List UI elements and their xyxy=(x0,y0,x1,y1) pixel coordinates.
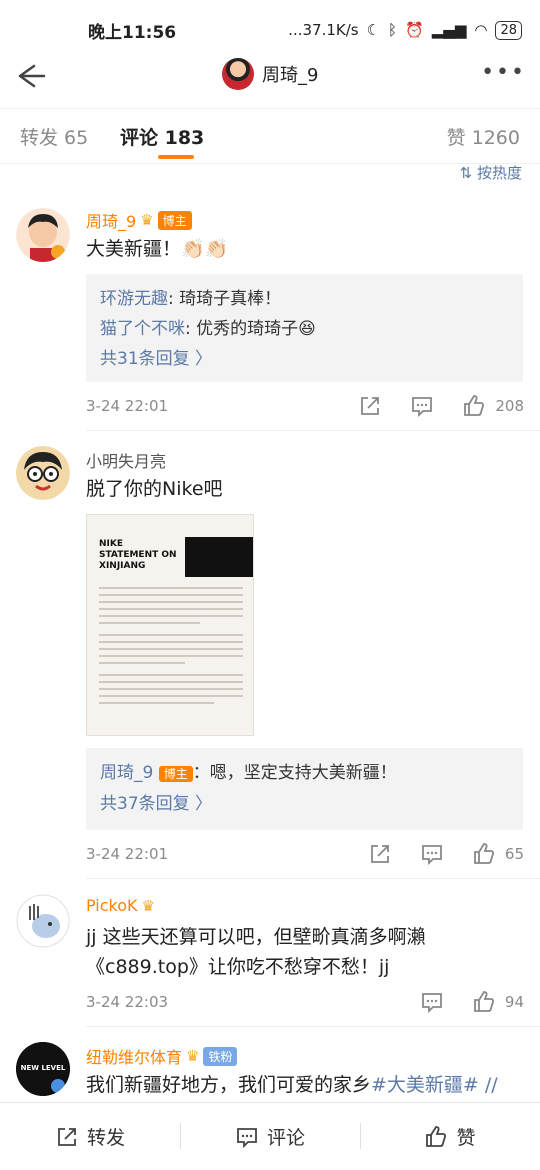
fan-badge: 铁粉 xyxy=(203,1046,238,1066)
wifi-icon: ◠ xyxy=(474,21,488,39)
network-speed: ...37.1K/s xyxy=(288,21,359,39)
comment-time: 3-24 22:01 xyxy=(86,397,169,415)
sort-icon: ⇅ xyxy=(459,164,477,182)
comment-meta: 3-24 22:01 208 xyxy=(86,392,524,422)
avatar[interactable] xyxy=(16,208,70,262)
status-time: 晚上11:56 xyxy=(88,22,177,43)
repost-label: 转发 xyxy=(86,1127,125,1149)
comment-meta: 3-24 22:03 94 xyxy=(86,988,524,1018)
reply-text: : 优秀的琦琦子😆 xyxy=(185,319,316,339)
tab-comments[interactable]: 评论 183 xyxy=(120,123,204,150)
comment-author[interactable]: 纽勒维尔体育 ♛ 铁粉 xyxy=(86,1044,238,1068)
tab-bar: 转发 65 评论 183 赞 1260 xyxy=(0,108,540,164)
comment-image[interactable]: NIKE STATEMENT ON XINJIANG xyxy=(86,514,254,736)
bluetooth-icon: ᛒ xyxy=(388,21,398,39)
avatar[interactable] xyxy=(16,894,70,948)
comment-text: 大美新疆！👏🏻👏🏻 xyxy=(86,238,229,260)
reply-author[interactable]: 周琦_9 xyxy=(100,763,153,783)
comment-label: 评论 xyxy=(266,1127,305,1149)
alarm-icon: ⏰ xyxy=(405,21,424,39)
avatar[interactable] xyxy=(16,446,70,500)
nike-logo-block xyxy=(185,537,253,577)
repost-button[interactable]: 转发 xyxy=(0,1103,180,1170)
author-name: 纽勒维尔体育 xyxy=(86,1048,183,1067)
divider xyxy=(86,430,540,431)
comment-icon xyxy=(237,1127,257,1148)
share-icon[interactable] xyxy=(368,842,392,866)
crown-icon: ♛ xyxy=(141,896,155,915)
image-heading: NIKE STATEMENT ON XINJIANG xyxy=(99,539,177,571)
sort-label: 按热度 xyxy=(476,164,522,182)
more-icon[interactable]: ••• xyxy=(481,60,526,85)
reply-author[interactable]: 环游无趣 xyxy=(100,289,168,309)
moon-icon: ☾ xyxy=(366,21,381,39)
signal-icon: ▂▄▆ xyxy=(431,21,467,39)
comment-text: 我们新疆好地方，我们可爱的家乡#大美新疆# // xyxy=(86,1070,524,1100)
tab-underline xyxy=(158,155,194,159)
author-badge: 博主 xyxy=(158,766,193,782)
comment-author[interactable]: PickoK ♛ xyxy=(86,896,155,915)
comment-time: 3-24 22:03 xyxy=(86,993,169,1011)
share-icon xyxy=(58,1127,76,1146)
back-arrow-icon[interactable] xyxy=(12,58,48,94)
avatar xyxy=(222,58,254,90)
status-icons: ...37.1K/s ☾ ᛒ ⏰ ▂▄▆ ◠ 28 xyxy=(288,20,522,40)
like-count: 65 xyxy=(504,845,524,863)
comment-time: 3-24 22:01 xyxy=(86,845,169,863)
like-icon[interactable] xyxy=(472,990,496,1014)
share-icon[interactable] xyxy=(358,394,382,418)
reply-author[interactable]: 猫了个不咪 xyxy=(100,319,185,339)
crown-icon: ♛ xyxy=(186,1047,200,1065)
reply-icon[interactable] xyxy=(420,842,444,866)
top-navigation: 周琦_9 ••• xyxy=(0,48,540,104)
tab-likes[interactable]: 赞 1260 xyxy=(447,123,520,150)
comment-author[interactable]: 周琦_9 ♛ 博主 xyxy=(86,208,192,232)
like-icon[interactable] xyxy=(462,394,486,418)
comment-text-plain: 我们新疆好地方，我们可爱的家乡 xyxy=(86,1074,372,1096)
like-label: 赞 xyxy=(456,1127,476,1149)
author-name: 周琦_9 xyxy=(86,212,137,231)
author-badge: 博主 xyxy=(157,210,192,230)
page-title: 周琦_9 xyxy=(262,65,319,86)
like-count: 208 xyxy=(495,397,524,415)
reply-item: 周琦_9 博主 ：嗯，坚定支持大美新疆！ xyxy=(100,758,509,789)
battery-indicator: 28 xyxy=(495,20,522,40)
author-name: PickoK xyxy=(86,896,138,915)
reply-item: 猫了个不咪: 优秀的琦琦子😆 xyxy=(100,314,509,344)
svg-text:NEW LEVEL: NEW LEVEL xyxy=(21,1064,66,1072)
more-replies-link[interactable]: 共37条回复 〉 xyxy=(100,789,509,819)
reply-text: : 琦琦子真棒！ xyxy=(168,289,282,309)
reply-item: 环游无趣: 琦琦子真棒！ xyxy=(100,284,509,314)
crown-icon: ♛ xyxy=(140,211,154,229)
sort-toggle[interactable]: ⇅ 按热度 xyxy=(460,162,522,183)
reply-icon[interactable] xyxy=(410,394,434,418)
like-icon[interactable] xyxy=(472,842,496,866)
avatar[interactable]: NEW LEVEL xyxy=(16,1042,70,1096)
like-button[interactable]: 赞 xyxy=(360,1103,540,1170)
reply-icon[interactable] xyxy=(420,990,444,1014)
more-replies-link[interactable]: 共31条回复 〉 xyxy=(100,344,509,374)
reply-box[interactable]: 环游无趣: 琦琦子真棒！ 猫了个不咪: 优秀的琦琦子😆 共31条回复 〉 xyxy=(86,274,523,382)
comment-author[interactable]: 小明失月亮 xyxy=(86,448,166,472)
divider xyxy=(86,878,540,879)
image-text-lines xyxy=(99,587,243,709)
hashtag-link[interactable]: #大美新疆# xyxy=(371,1074,479,1096)
reply-text: ：嗯，坚定支持大美新疆！ xyxy=(192,763,397,783)
like-count: 94 xyxy=(504,993,524,1011)
bottom-action-bar: 转发 评论 赞 xyxy=(0,1102,540,1170)
divider xyxy=(86,1026,540,1027)
comment-text: jj 这些天还算可以吧，但壁畍真滴多啊瀨《c889.top》让你吃不愁穿不愁！j… xyxy=(86,926,426,978)
author-name: 小明失月亮 xyxy=(86,452,167,471)
comment-text: 脱了你的Nike吧 xyxy=(86,478,223,500)
like-icon xyxy=(426,1125,447,1147)
nav-title[interactable]: 周琦_9 xyxy=(222,58,318,90)
comment-text-tail: // xyxy=(478,1074,498,1096)
tab-repost[interactable]: 转发 65 xyxy=(20,123,88,150)
comment-button[interactable]: 评论 xyxy=(180,1103,360,1170)
reply-box[interactable]: 周琦_9 博主 ：嗯，坚定支持大美新疆！ 共37条回复 〉 xyxy=(86,748,523,830)
comment-meta: 3-24 22:01 65 xyxy=(86,840,524,870)
